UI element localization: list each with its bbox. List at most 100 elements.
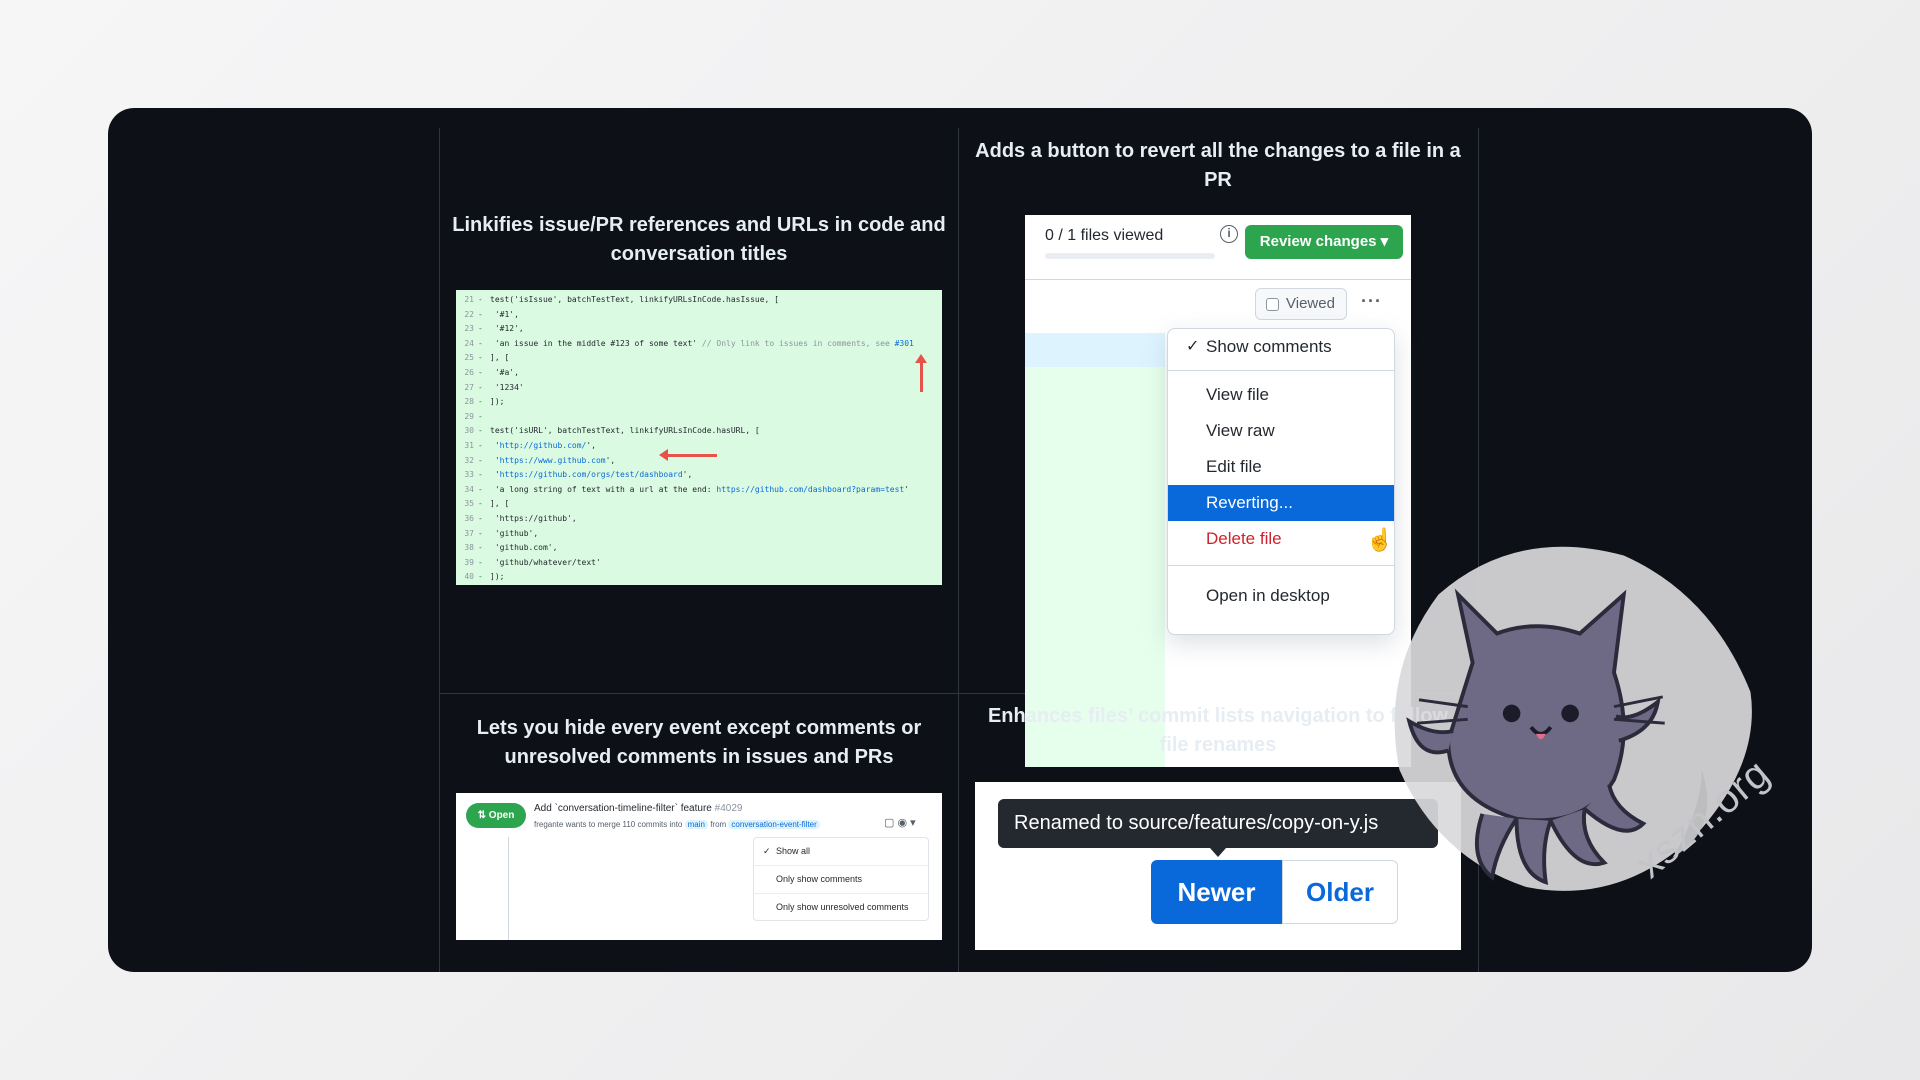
viewed-checkbox-button[interactable]: Viewed [1255, 288, 1347, 320]
menu-item-show-comments[interactable]: ✓ Show comments [1168, 329, 1394, 365]
code-text: ' [490, 470, 500, 480]
base-branch[interactable]: main [684, 820, 708, 829]
menu-item-edit-file[interactable]: Edit file [1168, 449, 1394, 485]
line-number: 29 [464, 411, 474, 421]
file-options-menu: ✓ Show comments View file View raw Edit … [1167, 328, 1395, 635]
line-number: 32 [464, 455, 474, 465]
checkmark-icon: ✓ [1186, 338, 1200, 355]
timeline-caption: Lets you hide every event except comment… [476, 717, 922, 768]
newer-button[interactable]: Newer [1151, 860, 1282, 924]
code-text: 'github.com', [490, 543, 558, 553]
review-changes-button[interactable]: Review changes ▾ [1245, 225, 1403, 259]
line-number: 24 [464, 338, 474, 348]
option-show-all[interactable]: ✓ Show all [754, 838, 928, 865]
code-line: 30- test('isURL', batchTestText, linkifyU… [456, 424, 942, 439]
code-text: test('isIssue', batchTestText, linkifyUR… [490, 295, 779, 304]
from-text: from [710, 820, 727, 829]
code-line: 23- '#12', [456, 322, 942, 337]
line-number: 27 [464, 382, 474, 392]
line-number: 37 [464, 528, 474, 538]
timeline-filter-dropdown: ✓ Show all Only show comments Only show … [753, 837, 929, 921]
diff-marker: - [478, 513, 483, 523]
files-viewed-counter: 0 / 1 files viewed [1045, 227, 1164, 244]
menu-item-revert-file[interactable]: Reverting... [1168, 485, 1394, 521]
line-number: 40 [464, 572, 474, 582]
diff-marker: - [478, 572, 483, 582]
line-number: 21 [464, 295, 474, 304]
diff-marker: - [478, 484, 483, 494]
code-link[interactable]: #301 [895, 339, 914, 348]
diff-marker: - [478, 455, 483, 465]
line-number: 36 [464, 513, 474, 523]
code-link[interactable]: http://github.com/ [500, 441, 587, 450]
code-line: 29- [456, 410, 942, 425]
line-number: 38 [464, 543, 474, 553]
viewed-label: Viewed [1286, 295, 1335, 312]
code-line: 27- '1234' [456, 381, 942, 396]
diff-marker: - [478, 557, 483, 567]
header-divider [1025, 279, 1411, 280]
code-text: 'a long string of text with a url at the… [490, 484, 717, 494]
code-text: 'github/whatever/text' [490, 557, 601, 567]
revert-caption: Adds a button to revert all the changes … [975, 140, 1461, 191]
code-text: ', [682, 470, 693, 480]
diff-marker: - [478, 324, 483, 334]
pr-files-screenshot: 0 / 1 files viewed i Review changes ▾ Vi… [1025, 215, 1411, 767]
line-number: 25 [464, 353, 474, 363]
line-number: 35 [464, 499, 474, 509]
code-link[interactable]: https://github.com/orgs/test/dashboard [500, 470, 683, 479]
code-line: 34- 'a long string of text with a url at… [456, 483, 942, 498]
diff-marker: - [478, 470, 483, 480]
diff-marker: - [478, 353, 483, 363]
menu-divider [1168, 370, 1394, 371]
line-number: 26 [464, 367, 474, 377]
arrow-up-icon [915, 354, 927, 392]
diff-marker: - [478, 382, 483, 392]
option-only-comments[interactable]: Only show comments [754, 866, 928, 893]
checkbox-icon[interactable] [1266, 298, 1279, 311]
timeline-line [508, 837, 509, 940]
tooltip-arrow [1210, 848, 1226, 857]
menu-item-open-desktop[interactable]: Open in desktop [1168, 578, 1394, 614]
code-text: 'github', [490, 528, 539, 538]
code-comment: // Only link to issues in comments, see [697, 338, 895, 348]
head-branch[interactable]: conversation-event-filter [728, 820, 820, 829]
code-line: 40-]); [456, 570, 942, 585]
code-text: '#12', [490, 324, 524, 334]
menu-item-delete-file[interactable]: Delete file [1168, 521, 1394, 557]
diff-highlight-row [1025, 333, 1165, 367]
timeline-filter-screenshot: ⇅ Open Add `conversation-timeline-filter… [456, 793, 942, 940]
diff-marker: - [478, 338, 483, 348]
linkify-code-screenshot: 21- test('isIssue', batchTestText, linkif… [456, 290, 942, 585]
code-text: test('isURL', batchTestText, linkifyURLs… [490, 426, 760, 436]
line-number: 34 [464, 484, 474, 494]
code-text: ', [586, 440, 596, 450]
diff-marker: - [478, 528, 483, 538]
line-number: 30 [464, 426, 474, 436]
pr-title: Add `conversation-timeline-filter` featu… [534, 803, 742, 814]
diff-marker: - [478, 295, 483, 304]
linkify-caption: Linkifies issue/PR references and URLs i… [452, 214, 946, 265]
line-number: 39 [464, 557, 474, 567]
code-text: ' [490, 440, 500, 450]
more-options-icon[interactable]: ··· [1361, 291, 1382, 312]
info-icon[interactable]: i [1220, 225, 1238, 243]
timeline-filter-icon[interactable]: ▢ ◉ ▾ [884, 816, 916, 829]
code-line: 35-], [ [456, 497, 942, 512]
line-number: 33 [464, 470, 474, 480]
diff-marker: - [478, 440, 483, 450]
code-line: 22- '#1', [456, 308, 942, 323]
line-number: 23 [464, 324, 474, 334]
code-line: 25-], [ [456, 351, 942, 366]
menu-item-view-raw[interactable]: View raw [1168, 413, 1394, 449]
pr-number[interactable]: #4029 [715, 803, 743, 814]
option-label: Show all [776, 846, 811, 856]
code-text: '1234' [490, 382, 524, 392]
code-text: ]); [490, 397, 505, 407]
code-link[interactable]: https://github.com/dashboard?param=test [716, 485, 904, 494]
code-line: 38- 'github.com', [456, 541, 942, 556]
option-only-unresolved[interactable]: Only show unresolved comments [754, 894, 928, 921]
line-number: 31 [464, 440, 474, 450]
code-link[interactable]: https://www.github.com [500, 456, 606, 465]
menu-item-view-file[interactable]: View file [1168, 377, 1394, 413]
